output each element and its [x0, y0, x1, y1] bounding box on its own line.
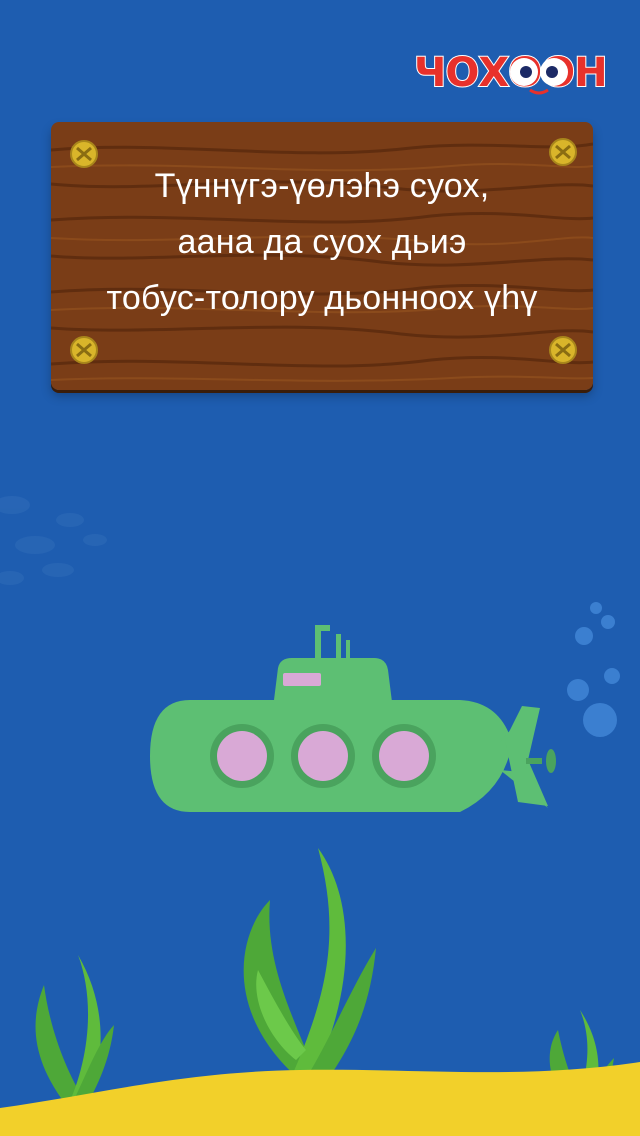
riddle-line: аана да суох дьиэ [177, 223, 467, 261]
porthole [291, 724, 355, 788]
screw-icon [70, 336, 98, 364]
riddle-line: тобус-толору дьонноох үһү [106, 279, 538, 317]
riddle-text: Түннүгэ-үөлэһэ суох, аана да суох дьиэ т… [51, 158, 593, 326]
porthole [210, 724, 274, 788]
porthole [372, 724, 436, 788]
riddle-sign: Түннүгэ-үөлэһэ суох, аана да суох дьиэ т… [51, 122, 593, 390]
chokhoon-logo: ЧОХООН [412, 40, 620, 100]
screw-icon [549, 336, 577, 364]
riddle-line: Түннүгэ-үөлэһэ суох, [154, 167, 490, 205]
